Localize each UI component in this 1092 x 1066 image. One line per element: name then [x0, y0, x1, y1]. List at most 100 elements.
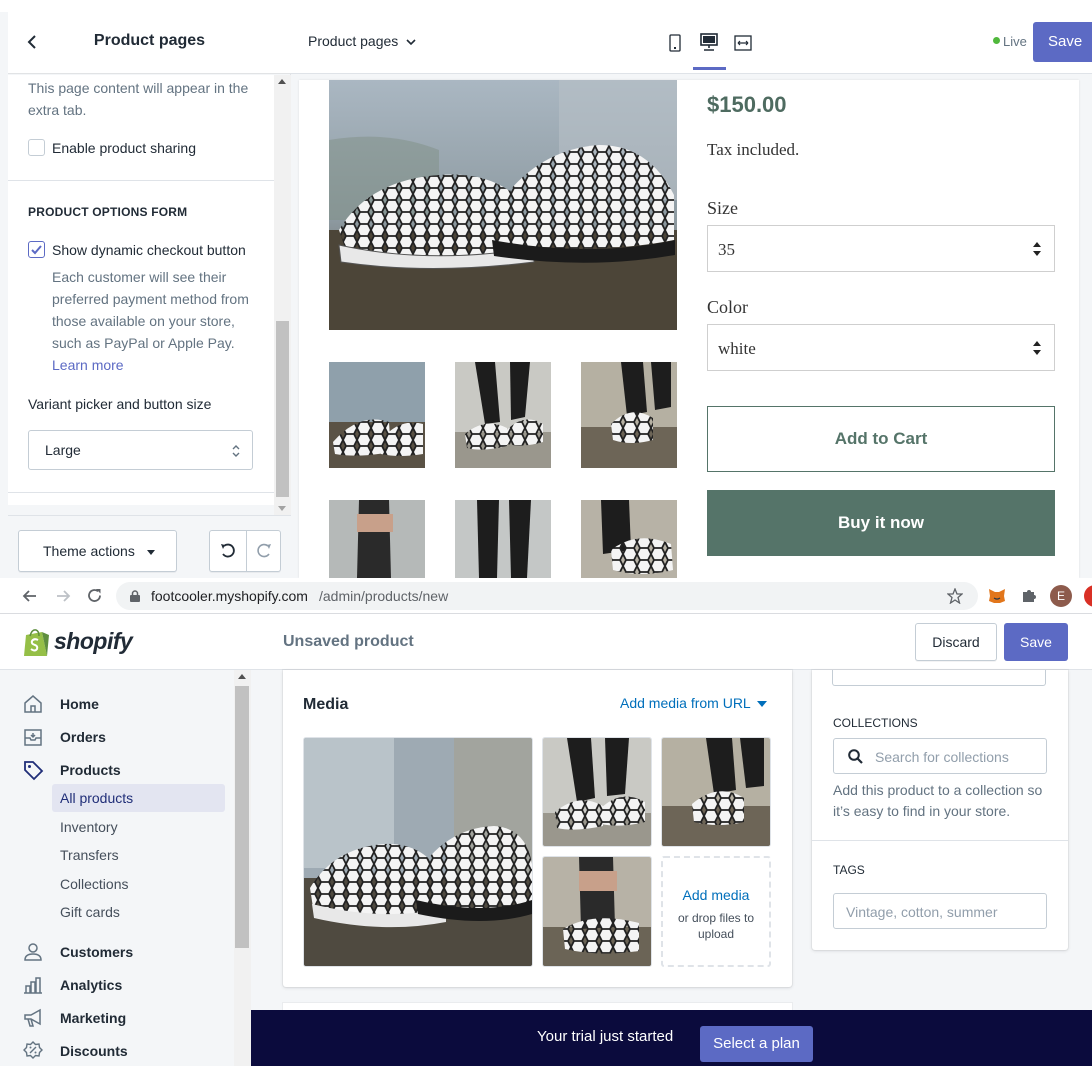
megaphone-icon — [22, 1007, 44, 1029]
color-select[interactable]: white — [707, 324, 1055, 371]
select-arrows-icon — [1032, 241, 1042, 257]
shopify-logo[interactable] — [22, 627, 50, 658]
media-thumbnail[interactable] — [542, 737, 652, 847]
color-label: Color — [707, 297, 749, 317]
analytics-icon — [22, 974, 44, 996]
product-thumbnail[interactable] — [581, 362, 677, 468]
tags-input[interactable]: Vintage, cotton, summer — [833, 893, 1047, 929]
nav-label: Marketing — [60, 1010, 127, 1026]
scrollbar-thumb[interactable] — [276, 321, 289, 497]
tag-icon — [22, 759, 44, 781]
media-main-image[interactable] — [303, 737, 533, 967]
sub-nav-label: All products — [60, 790, 134, 806]
back-arrow-icon[interactable] — [22, 588, 38, 604]
orders-icon — [22, 726, 44, 748]
discard-button[interactable]: Discard — [915, 623, 997, 661]
browser-toolbar: footcooler.myshopify.com /admin/products… — [0, 578, 1092, 614]
save-product-button[interactable]: Save — [1004, 623, 1068, 661]
media-card: Media Add media from URL Add media or dr… — [283, 670, 792, 987]
media-thumbnail[interactable] — [542, 856, 652, 967]
metamask-extension-icon[interactable] — [987, 586, 1007, 606]
scrollbar-thumb[interactable] — [235, 686, 249, 948]
sub-nav-all-products[interactable]: All products — [52, 784, 225, 812]
caret-down-icon — [147, 550, 155, 555]
update-badge-icon[interactable] — [1084, 585, 1092, 607]
product-thumbnail[interactable] — [581, 500, 677, 578]
home-icon — [22, 693, 44, 715]
select-plan-button[interactable]: Select a plan — [700, 1026, 813, 1062]
select-arrows-icon — [232, 444, 240, 458]
mobile-view-icon[interactable] — [669, 34, 681, 52]
theme-actions-button[interactable]: Theme actions — [18, 530, 177, 572]
product-thumbnail[interactable] — [329, 362, 425, 468]
panel-title: Product pages — [93, 32, 206, 49]
nav-item-products[interactable]: Products — [0, 755, 234, 785]
product-thumbnail[interactable] — [455, 362, 551, 468]
sub-nav-label: Collections — [60, 876, 129, 892]
address-bar[interactable]: footcooler.myshopify.com /admin/products… — [116, 582, 978, 610]
product-thumbnail[interactable] — [329, 500, 425, 578]
size-select[interactable]: 35 — [707, 225, 1055, 272]
reload-icon[interactable] — [86, 587, 103, 604]
add-media-from-url-link[interactable]: Add media from URL — [620, 695, 768, 711]
nav-item-customers[interactable]: Customers — [0, 937, 234, 967]
product-main-image — [329, 80, 677, 330]
collections-placeholder: Search for collections — [875, 749, 1009, 765]
customer-icon — [22, 941, 44, 963]
editor-sidebar-footer: Theme actions — [8, 515, 291, 578]
desktop-view-icon[interactable] — [700, 33, 718, 51]
dynamic-checkout-help-text: Each customer will see their preferred p… — [52, 269, 249, 351]
page-selector[interactable]: Product pages — [308, 33, 416, 49]
nav-item-home[interactable]: Home — [0, 689, 234, 719]
puzzle-extensions-icon[interactable] — [1020, 587, 1038, 605]
save-button-label: Save — [1048, 33, 1083, 50]
nav-item-analytics[interactable]: Analytics — [0, 970, 234, 1000]
type-input-partial[interactable] — [832, 670, 1046, 686]
lock-icon — [130, 590, 140, 602]
variant-picker-select[interactable]: Large — [28, 430, 253, 470]
variant-picker-value: Large — [45, 442, 81, 458]
fullscreen-view-icon[interactable] — [734, 34, 752, 52]
sub-nav-transfers[interactable]: Transfers — [52, 841, 225, 869]
live-status-label: Live — [1003, 34, 1027, 49]
sub-nav-gift-cards[interactable]: Gift cards — [52, 898, 225, 926]
save-button[interactable]: Save — [1033, 22, 1092, 62]
add-media-dropzone[interactable]: Add media or drop files to upload — [661, 856, 771, 967]
forward-arrow-icon[interactable] — [55, 588, 71, 604]
sub-nav-collections[interactable]: Collections — [52, 870, 225, 898]
nav-item-discounts[interactable]: Discounts — [0, 1036, 234, 1066]
undo-icon[interactable] — [218, 541, 238, 561]
buy-it-now-button[interactable]: Buy it now — [707, 490, 1055, 556]
star-icon[interactable] — [947, 588, 963, 604]
dynamic-checkout-checkbox[interactable] — [28, 241, 45, 258]
learn-more-link[interactable]: Learn more — [52, 357, 124, 373]
collections-search-input[interactable]: Search for collections — [833, 738, 1047, 774]
nav-item-marketing[interactable]: Marketing — [0, 1003, 234, 1033]
chevron-down-icon — [406, 39, 416, 46]
product-thumbnail[interactable] — [455, 500, 551, 578]
undo-redo-group — [209, 530, 281, 572]
scroll-up-icon — [238, 674, 246, 679]
media-thumbnail[interactable] — [661, 737, 771, 847]
redo-icon[interactable] — [254, 541, 274, 561]
page-title: Unsaved product — [283, 633, 414, 650]
editor-sidebar-header: Product pages — [8, 12, 291, 74]
profile-avatar[interactable]: E — [1050, 585, 1072, 607]
nav-label: Discounts — [60, 1043, 128, 1059]
enable-sharing-checkbox[interactable] — [28, 139, 45, 156]
scroll-up-icon — [278, 79, 286, 84]
page-selector-label: Product pages — [308, 33, 399, 49]
sidebar-scrollbar[interactable] — [234, 670, 251, 1066]
sub-nav-label: Gift cards — [60, 904, 120, 920]
storefront-preview: $150.00 Tax included. Size 35 Color whit… — [291, 74, 1092, 578]
nav-label: Home — [60, 696, 99, 712]
settings-scrollbar[interactable] — [274, 75, 291, 515]
nav-item-orders[interactable]: Orders — [0, 722, 234, 752]
add-to-cart-button[interactable]: Add to Cart — [707, 406, 1055, 472]
next-card-top — [283, 1003, 792, 1010]
enable-sharing-label: Enable product sharing — [52, 140, 196, 156]
sub-nav-label: Transfers — [60, 847, 119, 863]
organization-card: COLLECTIONS Search for collections Add t… — [812, 670, 1068, 950]
sub-nav-inventory[interactable]: Inventory — [52, 813, 225, 841]
nav-label: Customers — [60, 944, 134, 960]
